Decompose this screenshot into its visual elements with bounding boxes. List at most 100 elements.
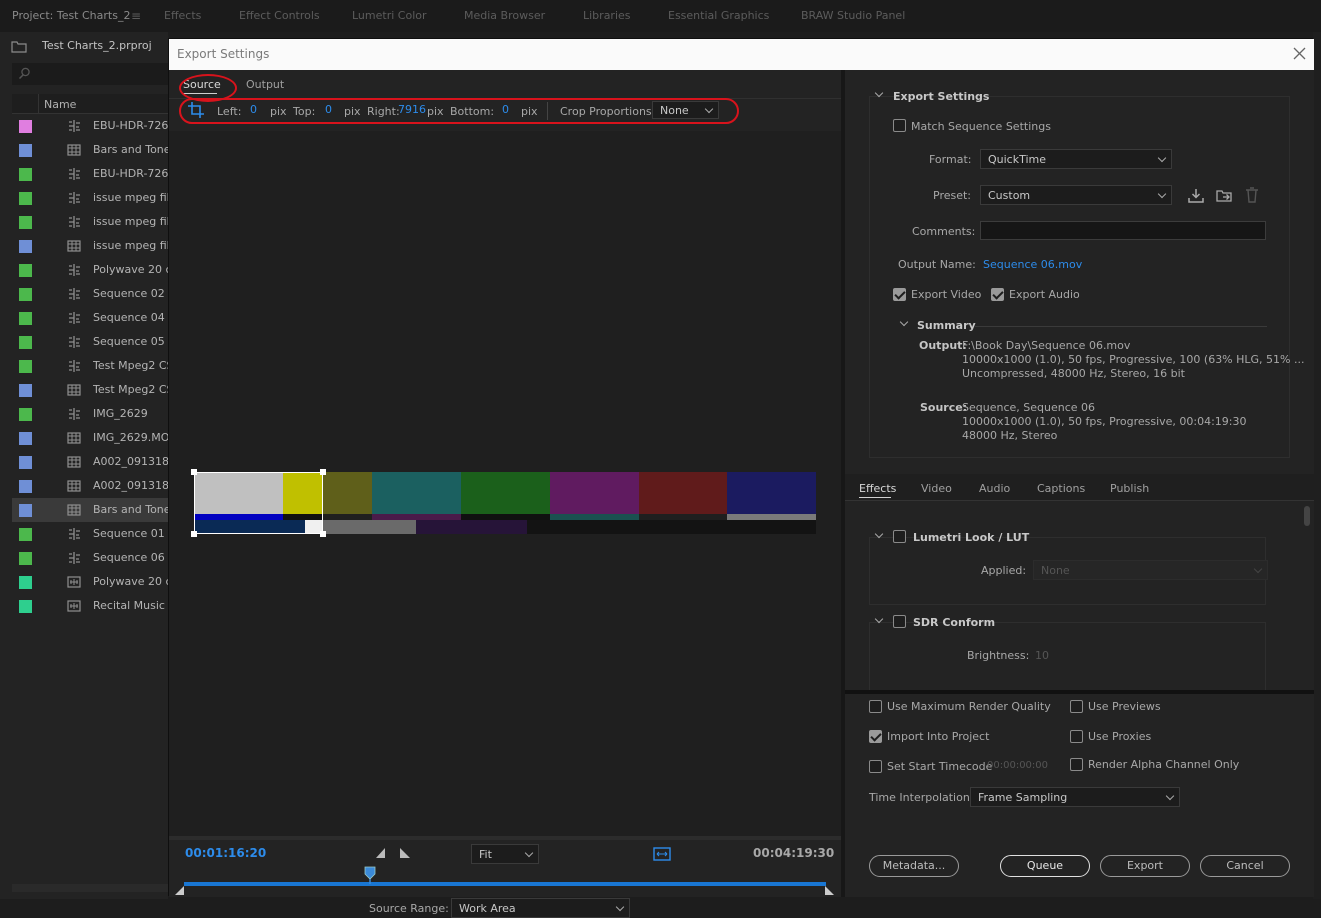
set-out-point-icon[interactable] [399, 847, 411, 859]
zoom-value: Fit [479, 848, 492, 861]
crop-handle[interactable] [191, 469, 197, 475]
export-video-checkbox[interactable] [893, 288, 906, 301]
start-timecode-checkbox[interactable] [869, 760, 882, 773]
tab-effects[interactable]: Effects [859, 482, 896, 495]
max-quality-checkbox[interactable] [869, 700, 882, 713]
tab-effect-controls[interactable]: Effect Controls [239, 9, 320, 22]
label-color-swatch [19, 432, 32, 445]
project-item[interactable]: Recital Music P [12, 594, 168, 618]
project-item[interactable]: Test Mpeg2 CS [12, 378, 168, 402]
column-divider [38, 94, 39, 114]
project-item[interactable]: Test Mpeg2 CS [12, 354, 168, 378]
crop-handle[interactable] [320, 531, 326, 537]
lumetri-checkbox[interactable] [893, 530, 906, 543]
time-interpolation-label: Time Interpolation: [869, 791, 974, 804]
project-item[interactable]: Polywave 20 cl [12, 570, 168, 594]
playhead-icon[interactable] [364, 866, 376, 884]
crop-rectangle[interactable] [194, 472, 323, 534]
tab-essential-graphics[interactable]: Essential Graphics [668, 9, 769, 22]
comments-field[interactable] [980, 221, 1266, 240]
format-dropdown[interactable]: QuickTime [980, 149, 1172, 169]
current-timecode[interactable]: 00:01:16:20 [185, 846, 266, 860]
tab-project[interactable]: Project: Test Charts_2 [12, 9, 130, 22]
label-color-swatch [19, 360, 32, 373]
tab-audio[interactable]: Audio [979, 482, 1010, 495]
import-project-checkbox[interactable] [869, 730, 882, 743]
use-proxies-checkbox[interactable] [1070, 730, 1083, 743]
tab-media-browser[interactable]: Media Browser [464, 9, 545, 22]
tab-publish[interactable]: Publish [1110, 482, 1149, 495]
project-item[interactable]: Sequence 02 [12, 282, 168, 306]
project-item[interactable]: A002_0913185 [12, 450, 168, 474]
zoom-fit-dropdown[interactable]: Fit [471, 844, 539, 864]
metadata-button[interactable]: Metadata... [869, 855, 959, 877]
project-search-input[interactable] [12, 63, 168, 85]
aspect-ratio-icon[interactable] [653, 845, 671, 863]
horizontal-scrollbar[interactable] [12, 884, 168, 892]
time-interpolation-dropdown[interactable]: Frame Sampling [970, 787, 1180, 807]
project-item-name: Sequence 05 [93, 335, 165, 348]
project-item[interactable]: Sequence 06 [12, 546, 168, 570]
preset-dropdown[interactable]: Custom [980, 185, 1172, 205]
crop-handle[interactable] [191, 531, 197, 537]
out-point-marker-icon[interactable] [825, 886, 835, 896]
brightness-value[interactable]: 10 [1035, 649, 1049, 662]
output-name-label: Output Name: [898, 258, 976, 271]
project-item[interactable]: Polywave 20 cl [12, 258, 168, 282]
project-item[interactable]: issue mpeg file [12, 186, 168, 210]
import-preset-icon[interactable] [1216, 188, 1233, 203]
project-item[interactable]: IMG_2629 [12, 402, 168, 426]
source-range-dropdown[interactable]: Work Area [451, 898, 630, 918]
save-preset-icon[interactable] [1188, 188, 1204, 203]
project-item[interactable]: IMG_2629.MOV [12, 426, 168, 450]
close-icon[interactable] [1293, 47, 1306, 60]
tab-libraries[interactable]: Libraries [583, 9, 631, 22]
panel-menu-icon[interactable]: ≡ [131, 9, 141, 23]
start-timecode-label: Set Start Timecode [887, 760, 993, 773]
export-button[interactable]: Export [1100, 855, 1190, 877]
video-preview [169, 131, 841, 836]
tab-captions[interactable]: Captions [1037, 482, 1085, 495]
export-audio-checkbox[interactable] [991, 288, 1004, 301]
clip-icon [67, 432, 81, 444]
project-item[interactable]: Bars and Tone [12, 138, 168, 162]
match-sequence-checkbox[interactable] [893, 119, 906, 132]
project-item[interactable]: EBU-HDR-726x [12, 162, 168, 186]
applied-dropdown[interactable]: None [1033, 560, 1268, 580]
tab-effects[interactable]: Effects [164, 9, 201, 22]
sdr-group [869, 622, 1266, 692]
project-item[interactable]: issue mpeg file [12, 210, 168, 234]
in-point-marker-icon[interactable] [175, 886, 185, 896]
project-item-name: Polywave 20 cl [93, 575, 168, 588]
label-color-swatch [19, 120, 32, 133]
output-name-link[interactable]: Sequence 06.mov [983, 258, 1082, 271]
start-timecode-value[interactable]: 00:00:00:00 [987, 760, 1048, 771]
tab-video[interactable]: Video [921, 482, 952, 495]
sequence-icon [69, 288, 80, 300]
bar-dim-green [461, 472, 550, 514]
set-in-point-icon[interactable] [375, 847, 387, 859]
use-previews-checkbox[interactable] [1070, 700, 1083, 713]
project-item-name: A002_0913185 [93, 479, 168, 492]
tab-output[interactable]: Output [246, 78, 284, 91]
project-item[interactable]: EBU-HDR-726x [12, 114, 168, 138]
cancel-button[interactable]: Cancel [1200, 855, 1290, 877]
bar-dim-cyan [372, 472, 461, 514]
delete-preset-icon[interactable] [1245, 187, 1259, 203]
queue-button[interactable]: Queue [1000, 855, 1090, 877]
crop-handle[interactable] [320, 469, 326, 475]
project-item[interactable]: Bars and Tone [12, 498, 168, 522]
project-item[interactable]: issue mpeg file [12, 234, 168, 258]
project-item[interactable]: Sequence 01 [12, 522, 168, 546]
name-column-header[interactable]: Name [12, 94, 168, 114]
label-color-swatch [19, 192, 32, 205]
effects-scrollbar[interactable] [1304, 506, 1310, 526]
sdr-conform-checkbox[interactable] [893, 615, 906, 628]
tab-braw-studio[interactable]: BRAW Studio Panel [801, 9, 905, 22]
tab-lumetri-color[interactable]: Lumetri Color [352, 9, 427, 22]
project-item[interactable]: Sequence 05 [12, 330, 168, 354]
timeline-range-bar[interactable] [184, 882, 826, 886]
project-item[interactable]: A002_0913185 [12, 474, 168, 498]
project-item[interactable]: Sequence 04 [12, 306, 168, 330]
alpha-only-checkbox[interactable] [1070, 758, 1083, 771]
